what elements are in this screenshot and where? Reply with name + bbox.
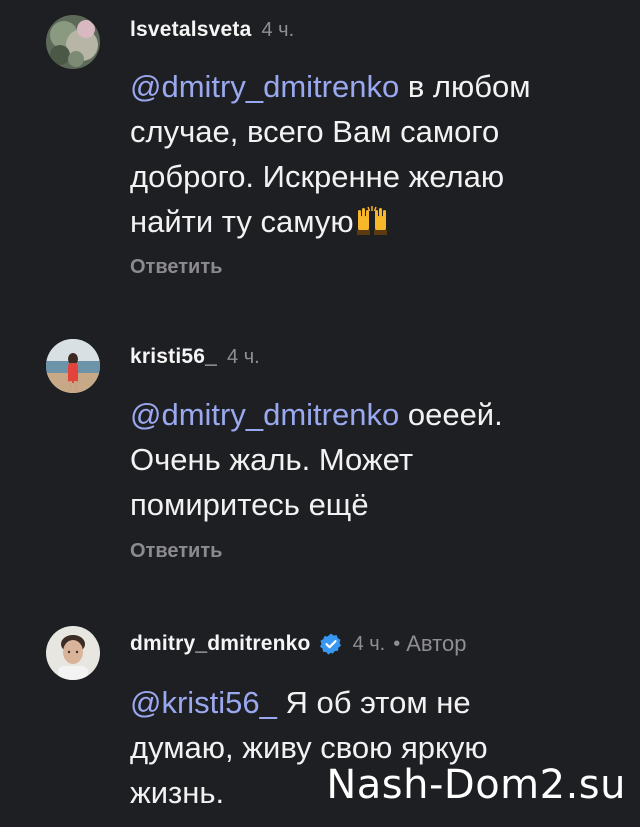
verified-badge-icon: [319, 632, 343, 656]
comment-username[interactable]: kristi56_: [130, 345, 217, 369]
avatar[interactable]: [46, 15, 100, 69]
comment-line: Я об этом не: [285, 685, 471, 720]
comment-line: случае, всего Вам самого: [130, 114, 500, 149]
raising-hands-icon: [354, 203, 390, 235]
comment-text: @dmitry_dmitrenko в любом случае, всего …: [130, 64, 610, 244]
comment-line: доброго. Искренне желаю: [130, 159, 505, 194]
comment-username[interactable]: lsvetalsveta: [130, 18, 252, 42]
comment-line: жизнь.: [130, 775, 225, 810]
comment-line: помиритесь ещё: [130, 487, 369, 522]
comment-time: 4 ч.: [352, 632, 386, 655]
reply-button[interactable]: Ответить: [130, 540, 222, 563]
avatar[interactable]: [46, 626, 100, 680]
mention-link[interactable]: @kristi56_: [130, 685, 277, 720]
comment-time: 4 ч.: [261, 18, 295, 41]
comment-text: @dmitry_dmitrenko оееей. Очень жаль. Мож…: [130, 392, 610, 527]
comment-time: 4 ч.: [227, 345, 260, 368]
avatar[interactable]: [46, 339, 100, 393]
comment-line: думаю, живу свою яркую: [130, 730, 488, 765]
watermark: Nash-Dom2.su: [326, 762, 626, 808]
separator-dot: •: [393, 632, 401, 655]
comment-line: Очень жаль. Может: [130, 442, 414, 477]
author-label: Автор: [406, 631, 467, 656]
reply-button[interactable]: Ответить: [130, 256, 222, 279]
mention-link[interactable]: @dmitry_dmitrenko: [130, 69, 399, 104]
comment-line: в любом: [407, 69, 531, 104]
comment-line: оееей.: [407, 397, 503, 432]
mention-link[interactable]: @dmitry_dmitrenko: [130, 397, 399, 432]
comment-line: найти ту самую: [130, 204, 354, 239]
comment-username[interactable]: dmitry_dmitrenko: [130, 632, 311, 656]
